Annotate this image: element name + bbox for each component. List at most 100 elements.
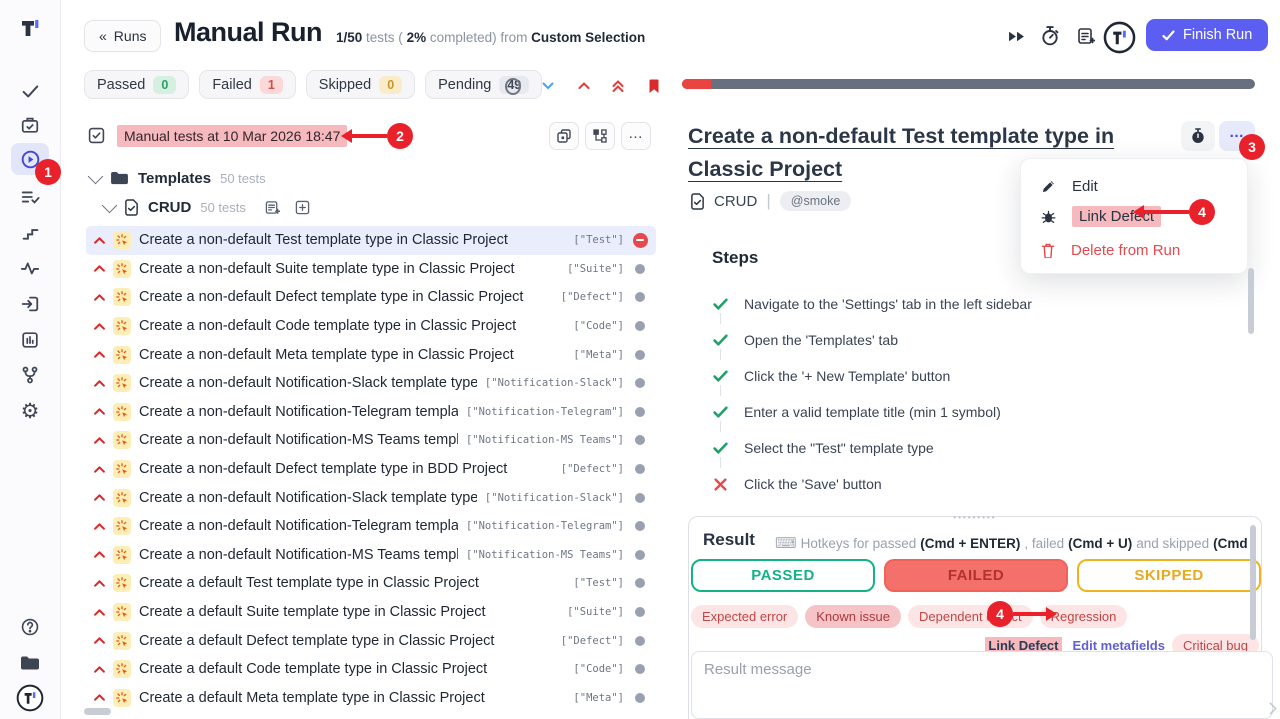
test-row[interactable]: Create a non-default Test template type … xyxy=(86,226,656,255)
nav-check-icon[interactable] xyxy=(11,75,49,107)
collapse-down-icon[interactable] xyxy=(540,78,556,94)
collapse-up-icon[interactable] xyxy=(576,78,592,94)
folder-row-templates[interactable]: Templates 50 tests xyxy=(90,170,266,187)
chevron-down-icon[interactable] xyxy=(88,169,104,185)
steps-scrollbar[interactable] xyxy=(1248,268,1254,334)
smoke-tag-badge[interactable]: @smoke xyxy=(780,191,852,211)
test-row[interactable]: Create a default Meta template type in C… xyxy=(86,684,656,713)
filter-count-badge: 0 xyxy=(379,76,402,94)
test-status-dot[interactable] xyxy=(632,289,648,305)
tag-dependent-defect[interactable]: Dependent defect xyxy=(908,605,1033,628)
test-title: Create a non-default Notification-Slack … xyxy=(139,375,477,391)
test-row[interactable]: Create a non-default Defect template typ… xyxy=(86,455,656,484)
result-message-input[interactable] xyxy=(691,651,1273,719)
fast-forward-icon[interactable] xyxy=(1004,24,1028,48)
step-text: Select the "Test" template type xyxy=(744,440,934,456)
test-status-dot[interactable] xyxy=(632,690,648,706)
test-status-dot[interactable] xyxy=(632,432,648,448)
menu-item-edit[interactable]: Edit xyxy=(1021,171,1247,201)
nav-report-icon[interactable] xyxy=(11,324,49,356)
nav-branch-icon[interactable] xyxy=(11,359,49,391)
workspace-logo-icon[interactable] xyxy=(11,682,49,714)
test-row[interactable]: Create a non-default Notification-Telegr… xyxy=(86,512,656,541)
test-status-dot[interactable] xyxy=(632,261,648,277)
test-status-dot[interactable] xyxy=(632,518,648,534)
help-icon[interactable] xyxy=(11,611,49,643)
collapse-all-icon[interactable] xyxy=(610,78,626,94)
skipped-button[interactable]: SKIPPED xyxy=(1077,559,1261,592)
chevron-down-icon[interactable] xyxy=(102,198,118,214)
test-status-dot[interactable] xyxy=(632,604,648,620)
run-checklist-icon[interactable] xyxy=(88,127,105,144)
tag-known-issue[interactable]: Known issue xyxy=(805,605,901,628)
test-status-dot[interactable] xyxy=(632,547,648,563)
test-row[interactable]: Create a non-default Defect template typ… xyxy=(86,283,656,312)
test-row[interactable]: Create a non-default Notification-Slack … xyxy=(86,369,656,398)
test-status-dot[interactable] xyxy=(632,318,648,334)
test-status-dot[interactable] xyxy=(632,461,648,477)
tree-view-button[interactable] xyxy=(585,122,615,150)
test-tag: ["Meta"] xyxy=(573,349,624,361)
nav-import-icon[interactable] xyxy=(11,288,49,320)
hotkey-failed: (Cmd + U) xyxy=(1068,536,1132,551)
nav-pulse-icon[interactable] xyxy=(11,252,49,284)
test-row[interactable]: Create a non-default Meta template type … xyxy=(86,340,656,369)
tree-horizontal-scrollbar[interactable] xyxy=(84,708,111,715)
test-status-dot[interactable] xyxy=(632,633,648,649)
test-list: Create a non-default Test template type … xyxy=(86,226,656,712)
test-row[interactable]: Create a default Defect template type in… xyxy=(86,626,656,655)
test-row[interactable]: Create a non-default Notification-Slack … xyxy=(86,483,656,512)
projects-folder-icon[interactable] xyxy=(11,647,49,679)
priority-chevron-icon xyxy=(94,551,105,558)
test-row[interactable]: Create a non-default Notification-MS Tea… xyxy=(86,541,656,570)
filter-circle-icon[interactable] xyxy=(505,78,521,94)
nav-steps-icon[interactable] xyxy=(11,217,49,249)
nav-briefcase-icon[interactable] xyxy=(11,109,49,141)
detail-suite-label[interactable]: CRUD xyxy=(714,193,757,210)
filter-label: Failed xyxy=(212,77,252,93)
test-status-dot[interactable] xyxy=(632,490,648,506)
test-status-dot[interactable] xyxy=(632,404,648,420)
passed-button[interactable]: PASSED xyxy=(691,559,875,592)
drag-handle[interactable]: ••••••••• xyxy=(953,515,996,521)
result-scrollbar[interactable] xyxy=(1250,525,1256,640)
account-logo-icon[interactable] xyxy=(1102,20,1136,54)
test-row[interactable]: Create a non-default Suite template type… xyxy=(86,255,656,284)
tree-more-button[interactable]: … xyxy=(621,122,651,150)
test-status-dot[interactable] xyxy=(632,232,648,248)
priority-chevron-icon xyxy=(94,437,105,444)
test-status-dot[interactable] xyxy=(632,661,648,677)
test-row[interactable]: Create a non-default Code template type … xyxy=(86,312,656,341)
copy-tests-button[interactable] xyxy=(549,122,579,150)
detail-timer-button[interactable] xyxy=(1181,121,1215,151)
meta-separator: | xyxy=(766,191,770,211)
timer-icon[interactable] xyxy=(1038,24,1062,48)
nav-list-check-icon[interactable] xyxy=(11,181,49,213)
status-filter-pill[interactable]: Passed 0 xyxy=(84,70,189,99)
menu-item-delete[interactable]: Delete from Run xyxy=(1021,235,1247,265)
back-to-runs-button[interactable]: « Runs xyxy=(84,20,161,52)
suite-row-crud[interactable]: CRUD 50 tests xyxy=(104,199,310,216)
priority-chevron-icon xyxy=(94,523,105,530)
status-filter-pill[interactable]: Failed 1 xyxy=(199,70,295,99)
manual-test-icon xyxy=(113,403,131,421)
finish-run-button[interactable]: Finish Run xyxy=(1146,19,1268,51)
test-row[interactable]: Create a default Test template type in C… xyxy=(86,569,656,598)
test-row[interactable]: Create a default Suite template type in … xyxy=(86,598,656,627)
add-note-icon[interactable] xyxy=(1074,24,1098,48)
test-row[interactable]: Create a non-default Notification-MS Tea… xyxy=(86,426,656,455)
bookmark-icon[interactable] xyxy=(646,78,662,94)
tag-expected-error[interactable]: Expected error xyxy=(691,605,798,628)
nav-settings-icon[interactable]: ⚙ xyxy=(11,395,49,427)
pencil-icon xyxy=(1041,179,1056,194)
test-status-dot[interactable] xyxy=(632,347,648,363)
failed-button[interactable]: FAILED xyxy=(884,559,1068,592)
test-status-dot[interactable] xyxy=(632,575,648,591)
status-filter-pill[interactable]: Skipped 0 xyxy=(306,70,415,99)
test-row[interactable]: Create a non-default Notification-Telegr… xyxy=(86,398,656,427)
status-filter-pill[interactable]: Pending 49 xyxy=(425,70,542,99)
run-name-label[interactable]: Manual tests at 10 Mar 2026 18:47 xyxy=(117,125,347,147)
step-text: Open the 'Templates' tab xyxy=(744,332,898,348)
test-status-dot[interactable] xyxy=(632,375,648,391)
test-row[interactable]: Create a default Code template type in C… xyxy=(86,655,656,684)
